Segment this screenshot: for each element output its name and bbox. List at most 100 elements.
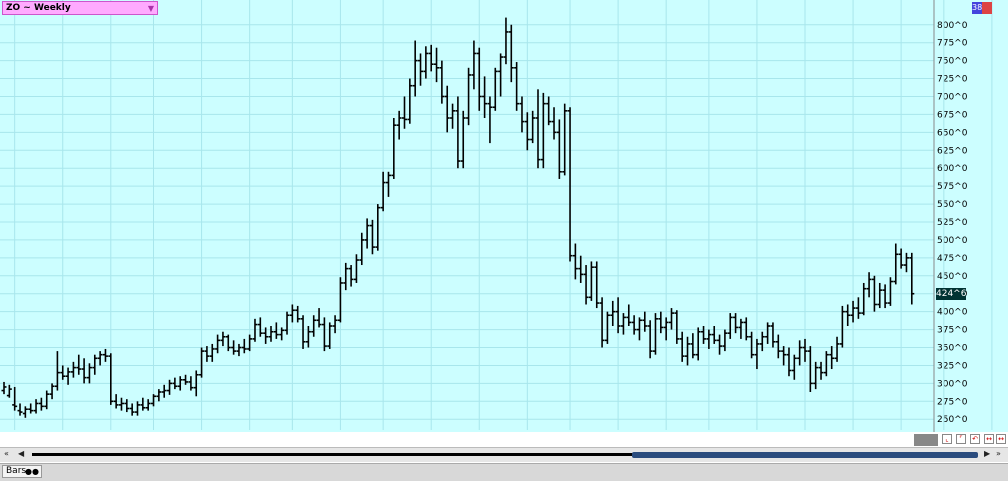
ohlc-bar [444, 85, 450, 133]
ohlc-bar [140, 397, 146, 411]
ohlc-bar [695, 327, 701, 361]
scroll-start-icon[interactable]: « [4, 448, 14, 460]
bars-tab[interactable]: Bars ●● [2, 465, 42, 478]
bottom-tab-bar: Bars ●● [0, 463, 1008, 481]
y-tick-label: 500^0 [937, 236, 968, 246]
ohlc-bar [327, 322, 333, 349]
ohlc-bar [615, 297, 621, 334]
ohlc-bar [893, 243, 899, 285]
ohlc-bar [423, 46, 429, 79]
ohlc-bar [471, 40, 477, 90]
y-tick-label: 525^0 [937, 218, 968, 228]
ohlc-bar [199, 347, 205, 378]
ohlc-bar [834, 336, 840, 362]
ohlc-bar [647, 320, 653, 359]
chart-title-dropdown[interactable]: ZO ~ Weekly ▼ [2, 1, 158, 15]
ohlc-bar [359, 232, 365, 266]
ohlc-bar [295, 305, 301, 323]
ohlc-bar [492, 67, 498, 111]
ohlc-bar [594, 261, 600, 309]
y-tick-label: 275^0 [937, 397, 968, 407]
corner-indicator [982, 2, 992, 14]
ohlc-bar [76, 354, 82, 375]
ohlc-bar [241, 338, 247, 354]
chevron-down-icon[interactable]: ▼ [148, 3, 154, 15]
ohlc-bar [92, 354, 98, 375]
ohlc-bar [636, 317, 642, 341]
ohlc-bar [151, 394, 157, 407]
ohlc-bar [257, 317, 263, 337]
ohlc-bar [412, 40, 418, 97]
ohlc-bar [215, 334, 221, 354]
ohlc-bar [514, 62, 520, 111]
ohlc-bar [247, 334, 253, 352]
ohlc-bar [567, 107, 573, 262]
ohlc-bar [903, 252, 909, 273]
ohlc-bar [204, 346, 210, 362]
y-tick-label: 775^0 [937, 39, 968, 49]
axis-fit-icon[interactable]: ↔ [984, 434, 994, 444]
ohlc-bar [551, 107, 557, 140]
scroll-thumb[interactable] [632, 452, 978, 458]
corner-badge[interactable]: 38 [972, 2, 982, 14]
axis-expand-icon[interactable]: ↔ [996, 434, 1006, 444]
ohlc-bar [797, 340, 803, 366]
ohlc-bar [108, 353, 114, 405]
ohlc-bar [369, 219, 375, 255]
ohlc-bar [738, 318, 744, 339]
ohlc-bar [220, 331, 226, 347]
ohlc-bar [524, 112, 530, 151]
axis-scale-icon[interactable]: ⌞ [942, 434, 952, 444]
ohlc-bar [343, 262, 349, 291]
ohlc-bar [268, 326, 274, 342]
axis-back-icon[interactable]: ↶ [970, 434, 980, 444]
ohlc-bar [97, 351, 103, 366]
ohlc-bar [733, 313, 739, 334]
ohlc-bar [252, 318, 258, 342]
bars-tab-label: Bars [6, 466, 27, 476]
ohlc-bar [22, 406, 28, 418]
ohlc-bar [599, 297, 605, 348]
ohlc-bar [396, 110, 402, 140]
axis-gray-block [914, 434, 938, 446]
scroll-end-icon[interactable]: » [996, 448, 1006, 460]
scroll-right-icon[interactable]: ▶ [984, 448, 994, 460]
ohlc-bar [823, 351, 829, 377]
ohlc-bar [49, 383, 55, 400]
y-tick-label: 700^0 [937, 92, 968, 102]
y-tick-label: 575^0 [937, 182, 968, 192]
ohlc-bar [65, 367, 71, 385]
y-tick-label: 325^0 [937, 361, 968, 371]
ohlc-bar [508, 24, 514, 83]
chart-title: ZO ~ Weekly [6, 3, 71, 13]
ohlc-bar [540, 92, 546, 169]
ohlc-bar [380, 171, 386, 212]
ohlc-bar [236, 343, 242, 357]
ohlc-bar [135, 401, 140, 416]
ohlc-bar [701, 326, 707, 344]
ohlc-bar [167, 379, 173, 395]
y-tick-label: 400^0 [937, 308, 968, 318]
ohlc-bar [353, 254, 359, 283]
ohlc-bar [311, 315, 317, 337]
ohlc-bar [588, 261, 594, 301]
ohlc-bar [439, 60, 445, 104]
ohlc-bar [273, 322, 279, 339]
last-price-badge: 424^6 [936, 287, 967, 300]
ohlc-bar [855, 297, 861, 319]
ohlc-bar [626, 304, 632, 326]
ohlc-bar [546, 96, 552, 126]
scroll-left-icon[interactable]: ◀ [18, 448, 28, 460]
ohlc-bar [391, 118, 397, 179]
ohlc-bar [81, 358, 87, 384]
ohlc-bar [663, 317, 669, 341]
y-tick-label: 550^0 [937, 200, 968, 210]
axis-button-group: ⌞ ⌜ ↶ ↔ ↔ [914, 434, 1008, 446]
ohlc-bar [17, 403, 23, 416]
ohlc-bar [765, 322, 771, 344]
axis-zoom-icon[interactable]: ⌜ [956, 434, 966, 444]
ohlc-bar [556, 119, 562, 179]
y-tick-label: 600^0 [937, 164, 968, 174]
ohlc-bar [364, 218, 370, 249]
ohlc-bar [118, 397, 124, 411]
